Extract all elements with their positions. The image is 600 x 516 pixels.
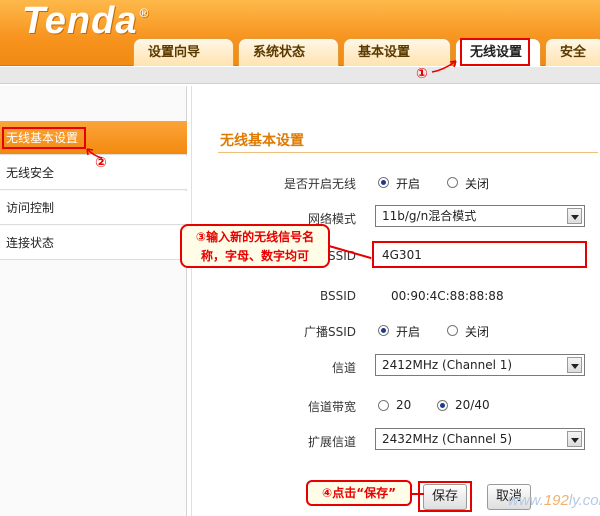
- enable-wireless-on-text: 开启: [396, 177, 421, 191]
- save-highlight-box: [418, 481, 472, 512]
- tenda-logo: Tenda ®: [22, 0, 150, 42]
- sidebar-item-access-control[interactable]: 访问控制: [0, 191, 187, 225]
- step1-marker: ①: [416, 66, 428, 82]
- ext-channel-value: 2432MHz (Channel 5): [382, 432, 513, 446]
- enable-wireless-on-radio[interactable]: [378, 177, 389, 188]
- bssid-label: BSSID: [319, 289, 356, 303]
- chevron-down-icon: [567, 357, 582, 373]
- sidebar-item-connection-status[interactable]: 连接状态: [0, 226, 187, 260]
- chevron-down-icon: [567, 431, 582, 447]
- sub-header-band: [0, 67, 600, 84]
- tab-wireless-settings[interactable]: 无线设置: [455, 38, 541, 66]
- ssid-input[interactable]: [372, 241, 587, 268]
- bandwidth-label: 信道带宽: [307, 400, 356, 414]
- section-title: 无线基本设置: [220, 133, 304, 149]
- ssid-instruction-callout: ③输入新的无线信号名 称，字母、数字均可: [180, 224, 330, 268]
- tab-system-status[interactable]: 系统状态: [238, 38, 339, 66]
- network-mode-select[interactable]: 11b/g/n混合模式: [375, 205, 585, 227]
- enable-wireless-label: 是否开启无线: [283, 177, 356, 191]
- broadcast-ssid-off-radio[interactable]: [447, 325, 458, 336]
- section-divider: [218, 152, 598, 153]
- bandwidth-20-text: 20: [396, 398, 412, 412]
- ext-channel-label: 扩展信道: [307, 435, 356, 449]
- save-instruction-callout: ④点击“保存”: [306, 480, 412, 506]
- bandwidth-2040-text: 20/40: [455, 398, 490, 412]
- step1-arrow-icon: [431, 60, 457, 73]
- step2-arrow-icon: [86, 148, 103, 159]
- header-bar: Tenda ® 设置向导 系统状态 基本设置 无线设置 安全: [0, 0, 600, 66]
- broadcast-ssid-label: 广播SSID: [303, 325, 356, 339]
- bandwidth-2040-radio[interactable]: [437, 400, 448, 411]
- ext-channel-select[interactable]: 2432MHz (Channel 5): [375, 428, 585, 450]
- channel-value: 2412MHz (Channel 1): [382, 358, 513, 372]
- main-tabs: 设置向导 系统状态 基本设置 无线设置 安全: [133, 38, 600, 66]
- broadcast-ssid-off-text: 关闭: [465, 325, 490, 339]
- broadcast-ssid-on-radio[interactable]: [378, 325, 389, 336]
- enable-wireless-off-radio[interactable]: [447, 177, 458, 188]
- watermark: www.192ly.com: [508, 492, 600, 509]
- chevron-down-icon: [567, 208, 582, 224]
- broadcast-ssid-on-text: 开启: [396, 325, 421, 339]
- bssid-value: 00:90:4C:88:88:88: [391, 289, 504, 303]
- bandwidth-20-radio[interactable]: [378, 400, 389, 411]
- channel-select[interactable]: 2412MHz (Channel 1): [375, 354, 585, 376]
- tab-setup-wizard[interactable]: 设置向导: [133, 38, 234, 66]
- save-callout-connector: [410, 493, 424, 495]
- sidebar-item-wireless-security[interactable]: 无线安全: [0, 156, 187, 190]
- sidebar-highlight-box: [2, 127, 86, 149]
- network-mode-value: 11b/g/n混合模式: [382, 209, 477, 223]
- channel-label: 信道: [331, 361, 356, 375]
- enable-wireless-off-text: 关闭: [465, 177, 490, 191]
- tab-security[interactable]: 安全: [545, 38, 600, 66]
